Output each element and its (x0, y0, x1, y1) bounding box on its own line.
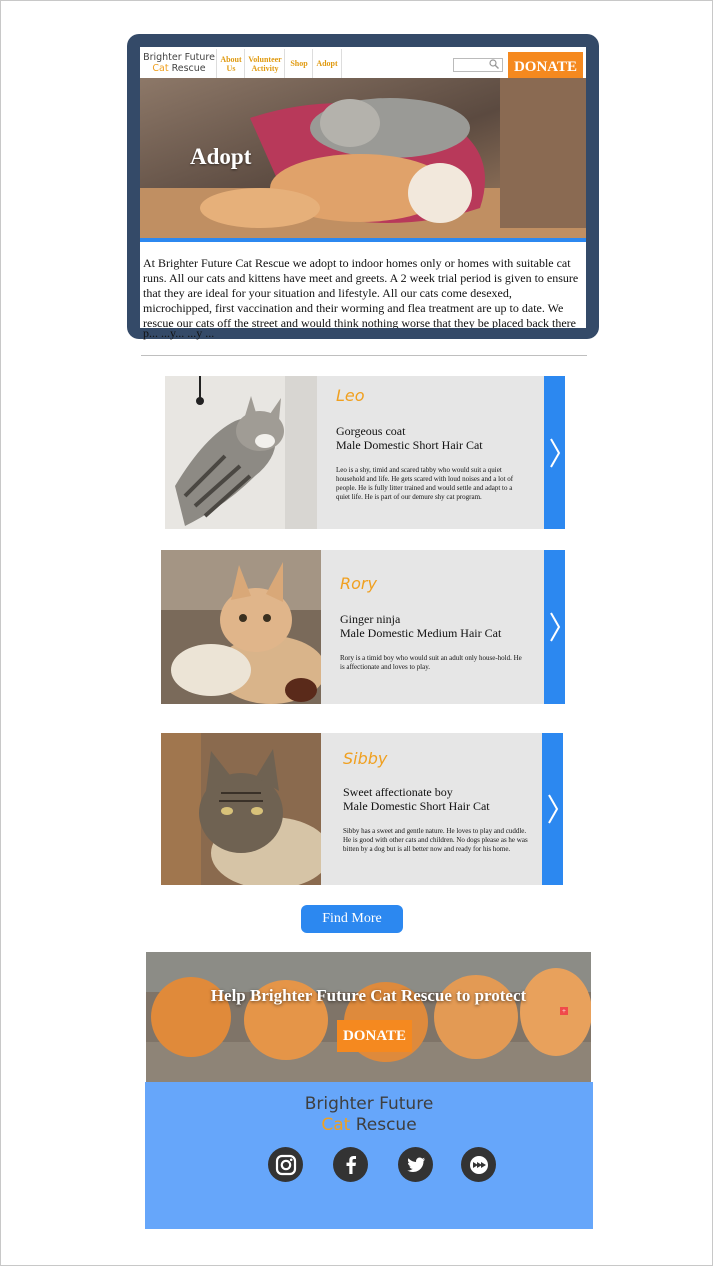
cat-tagline-rory-text: Ginger ninja (340, 612, 401, 626)
nav-about-label-2: Us (226, 63, 236, 73)
brand-line1: Brighter Future (143, 52, 215, 63)
cat-description-sibby: Sibby has a sweet and gentle nature. He … (343, 827, 528, 853)
intro-overflow-text: p... ...y... ...y ... (143, 328, 583, 342)
cat-photo-leo (165, 376, 317, 529)
cat-breed-rory: Male Domestic Medium Hair Cat (340, 626, 502, 640)
banner-heading: Help Brighter Future Cat Rescue to prote… (210, 986, 527, 1005)
cat-name-rory: Rory (340, 574, 377, 593)
more-icon[interactable] (461, 1147, 496, 1182)
nav-adopt-label: Adopt (316, 59, 338, 68)
facebook-icon[interactable] (333, 1147, 368, 1182)
next-arrow-leo[interactable] (544, 376, 565, 529)
hero-accent-bar (140, 238, 586, 242)
hero-image: Adopt (140, 78, 586, 238)
brand-rescue: Rescue (171, 63, 206, 74)
cat-tagline-sibby-text: Sweet affectionate boy (343, 785, 453, 799)
chevron-right-icon (549, 612, 560, 642)
cat-card-rory[interactable]: Rory Ginger ninja Male Domestic Medium H… (161, 550, 565, 704)
cat-description-rory: Rory is a timid boy who would suit an ad… (340, 654, 522, 671)
cat-tagline-rory: Ginger ninja Male Domestic Medium Hair C… (340, 612, 501, 640)
footer-brand-rescue: Rescue (355, 1115, 417, 1135)
chevron-right-icon (547, 794, 558, 824)
footer-brand-logo[interactable]: Brighter Future Cat Rescue (145, 1094, 593, 1136)
cat-description-leo: Leo is a shy, timid and scared tabby who… (336, 466, 514, 501)
nav-adopt[interactable]: Adopt (312, 49, 342, 78)
cat-tagline-sibby: Sweet affectionate boy Male Domestic Sho… (343, 785, 490, 813)
twitter-icon[interactable] (398, 1147, 433, 1182)
nav-volunteer-label-2: Activity (251, 63, 279, 73)
page-title: Adopt (190, 144, 252, 169)
brand-cat: Cat (152, 63, 169, 74)
intro-paragraph: At Brighter Future Cat Rescue we adopt t… (143, 256, 579, 328)
search-input[interactable] (453, 58, 503, 72)
cat-tagline-leo: Gorgeous coat Male Domestic Short Hair C… (336, 424, 483, 452)
cat-card-leo[interactable]: Leo Gorgeous coat Male Domestic Short Ha… (165, 376, 565, 529)
next-arrow-rory[interactable] (544, 550, 565, 704)
chevron-right-icon (549, 438, 560, 467)
cat-name-leo: Leo (336, 386, 365, 405)
section-divider (141, 355, 587, 356)
plus-badge: + (560, 1007, 568, 1015)
banner-cats-photo (146, 952, 591, 1082)
cat-card-sibby[interactable]: Sibby Sweet affectionate boy Male Domest… (161, 733, 563, 885)
cat-photo-sibby (161, 733, 321, 885)
help-banner: Help Brighter Future Cat Rescue to prote… (146, 952, 591, 1082)
nav-shop[interactable]: Shop (284, 49, 313, 78)
cat-tagline-leo-text: Gorgeous coat (336, 424, 406, 438)
cat-breed-leo: Male Domestic Short Hair Cat (336, 438, 483, 452)
cat-photo-rory (161, 550, 321, 704)
footer-brand-line1: Brighter Future (304, 1094, 434, 1114)
nav-volunteer-activity[interactable]: Volunteer Activity (244, 49, 285, 78)
device-screen[interactable]: Brighter Future Cat Rescue About Us Volun… (140, 47, 586, 328)
cat-name-sibby: Sibby (343, 749, 388, 768)
cat-breed-sibby: Male Domestic Short Hair Cat (343, 799, 490, 813)
find-more-button[interactable]: Find More (301, 905, 403, 933)
next-arrow-sibby[interactable] (542, 733, 563, 885)
instagram-icon[interactable] (268, 1147, 303, 1182)
nav-about-us[interactable]: About Us (216, 49, 245, 78)
search-icon[interactable] (489, 59, 499, 72)
footer-brand-cat: Cat (321, 1115, 351, 1135)
donate-button-banner[interactable]: DONATE (337, 1020, 412, 1052)
nav-shop-label: Shop (290, 59, 308, 68)
brand-logo[interactable]: Brighter Future Cat Rescue (142, 52, 216, 74)
top-navigation: Brighter Future Cat Rescue About Us Volun… (140, 47, 586, 83)
nav-about-label-1: About (220, 54, 242, 64)
footer: Brighter Future Cat Rescue (145, 1082, 593, 1229)
nav-volunteer-label-1: Volunteer (248, 54, 282, 64)
intro-overflow-line: p... ...y... ...y ... (143, 328, 215, 340)
